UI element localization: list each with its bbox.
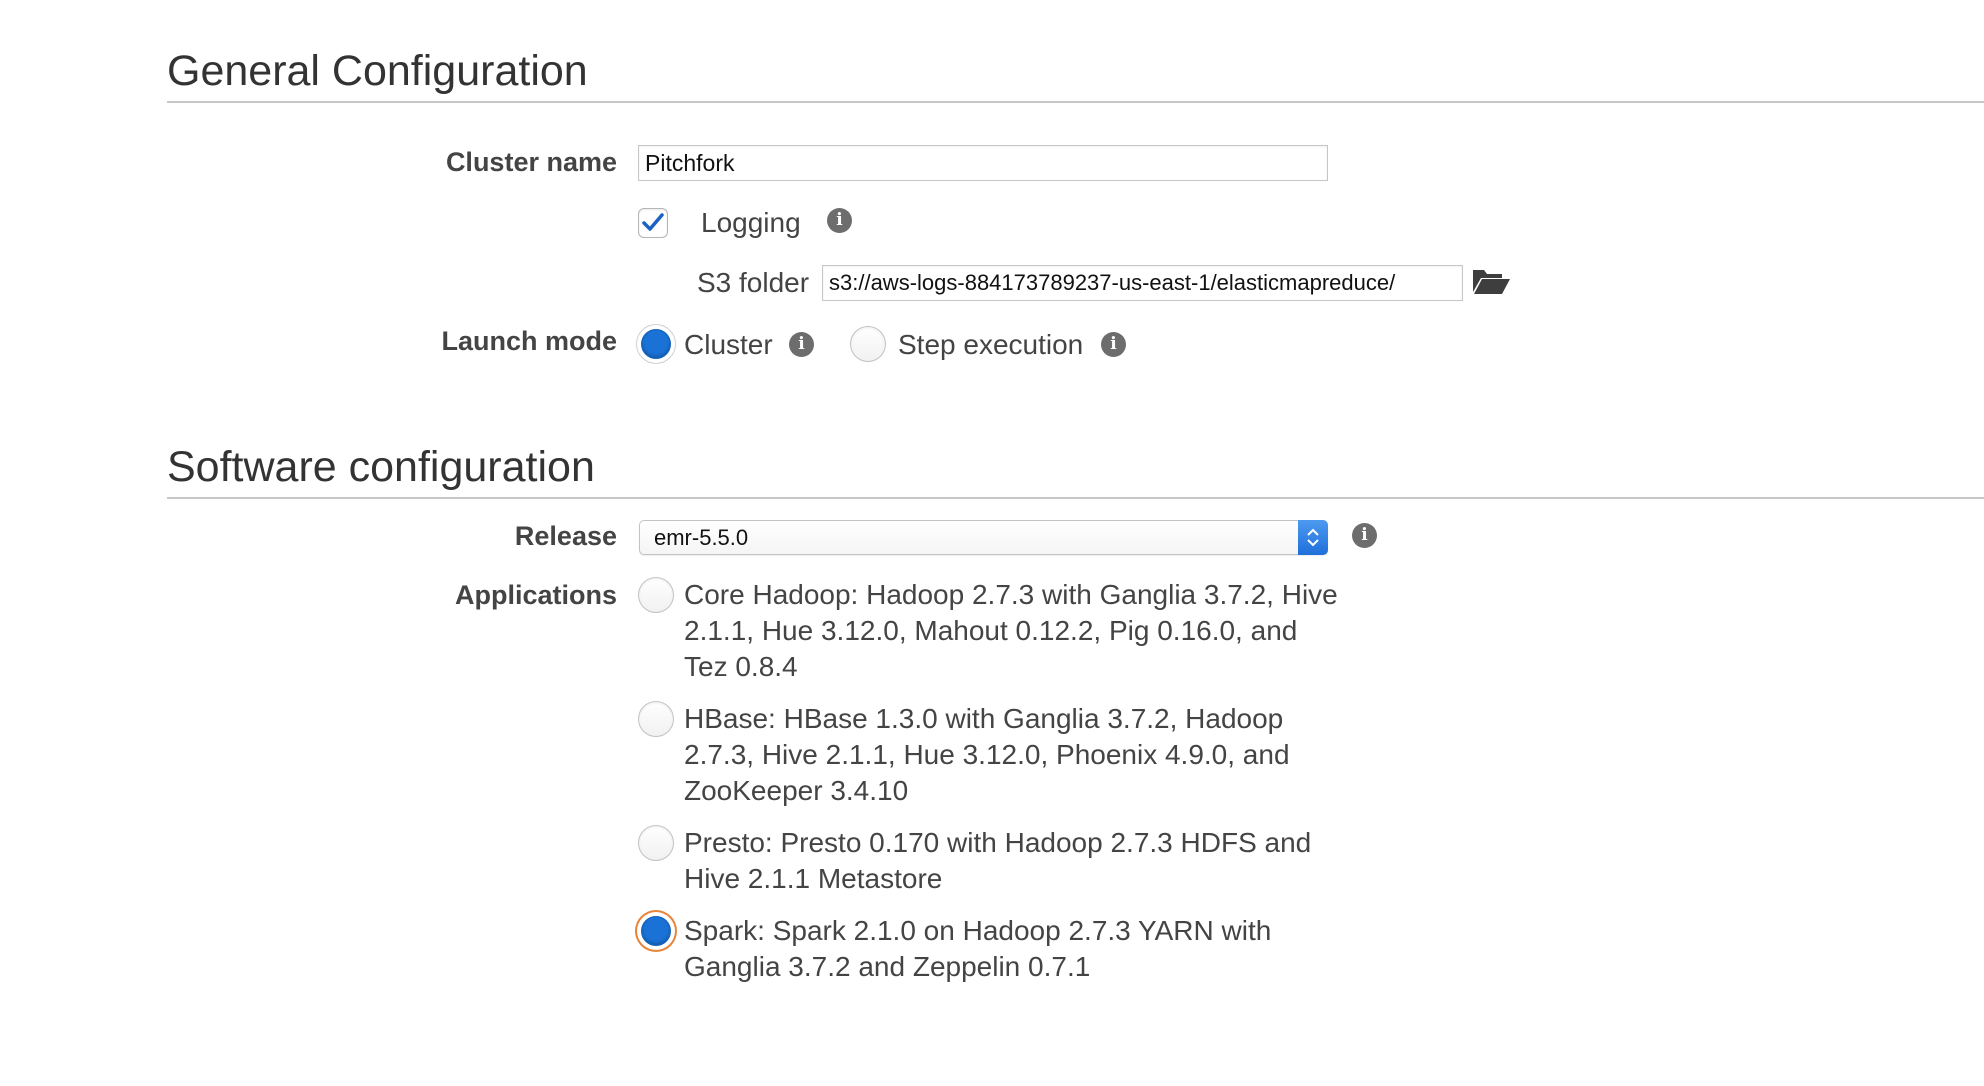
- general-configuration-title: General Configuration: [167, 47, 588, 95]
- applications-label: Applications: [454, 580, 617, 610]
- application-core-hadoop-radio[interactable]: [638, 577, 674, 613]
- logging-checkbox[interactable]: [638, 208, 668, 238]
- cluster-name-label: Cluster name: [445, 147, 617, 177]
- application-spark-radio[interactable]: [641, 916, 671, 946]
- cluster-name-input[interactable]: [638, 145, 1328, 181]
- launch-mode-step-execution-radio[interactable]: [850, 326, 886, 362]
- section-divider: [167, 497, 1984, 499]
- section-divider: [167, 101, 1984, 103]
- chevron-up-down-icon: [1298, 520, 1328, 555]
- application-hbase-radio[interactable]: [638, 701, 674, 737]
- info-icon[interactable]: i: [827, 208, 852, 233]
- info-icon[interactable]: i: [1352, 523, 1377, 548]
- release-select-value: emr-5.5.0: [654, 524, 749, 550]
- application-spark-label: Spark: Spark 2.1.0 on Hadoop 2.7.3 YARN …: [684, 915, 1272, 982]
- application-presto-label: Presto: Presto 0.170 with Hadoop 2.7.3 H…: [684, 827, 1312, 894]
- s3-folder-label: S3 folder: [697, 267, 810, 298]
- release-select[interactable]: emr-5.5.0: [639, 520, 1328, 555]
- release-label: Release: [514, 521, 617, 551]
- info-icon[interactable]: i: [789, 332, 814, 357]
- s3-folder-input[interactable]: [822, 265, 1463, 301]
- folder-open-icon[interactable]: [1471, 266, 1511, 296]
- launch-mode-label: Launch mode: [441, 326, 617, 356]
- logging-label: Logging: [701, 207, 801, 238]
- launch-mode-cluster-radio[interactable]: [641, 329, 671, 359]
- software-configuration-title: Software configuration: [167, 443, 595, 491]
- checkmark-icon: [642, 213, 664, 231]
- application-presto-radio[interactable]: [638, 825, 674, 861]
- application-core-hadoop-label: Core Hadoop: Hadoop 2.7.3 with Ganglia 3…: [684, 579, 1338, 682]
- application-hbase-label: HBase: HBase 1.3.0 with Ganglia 3.7.2, H…: [684, 703, 1290, 806]
- info-icon[interactable]: i: [1101, 332, 1126, 357]
- launch-mode-cluster-label: Cluster: [684, 329, 773, 360]
- launch-mode-step-execution-label: Step execution: [898, 329, 1084, 360]
